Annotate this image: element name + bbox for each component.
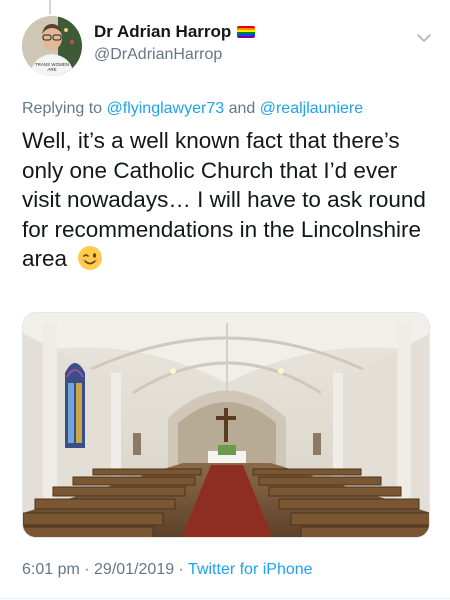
mention-link-flyinglawyer73[interactable]: @flyinglawyer73 bbox=[107, 100, 225, 117]
avatar-image: TRANS WOMEN ARE bbox=[22, 16, 82, 76]
tweet-time[interactable]: 6:01 pm bbox=[22, 561, 80, 578]
replying-to-prefix: Replying to bbox=[22, 100, 107, 117]
tweet-photo[interactable] bbox=[22, 312, 430, 538]
mention-link-realjlauniere[interactable]: @realjlauniere bbox=[260, 100, 363, 117]
thread-connector-line bbox=[49, 0, 51, 14]
tweet-text: Well, it’s a well known fact that there’… bbox=[22, 126, 434, 274]
winking-face-icon bbox=[78, 246, 103, 270]
metadata-separator: · bbox=[174, 561, 189, 578]
divider bbox=[0, 598, 450, 599]
author-names: Dr Adrian Harrop @DrAdrianHarrop bbox=[94, 22, 256, 64]
metadata-separator: · bbox=[79, 561, 95, 578]
tweet-header: TRANS WOMEN ARE Dr Adrian Harrop @DrAdri… bbox=[22, 16, 432, 82]
author-display-name[interactable]: Dr Adrian Harrop bbox=[94, 22, 231, 42]
svg-text:ARE: ARE bbox=[47, 67, 56, 72]
author-handle[interactable]: @DrAdrianHarrop bbox=[94, 46, 255, 64]
replying-to: Replying to @flyinglawyer73 and @realjla… bbox=[22, 100, 363, 118]
avatar[interactable]: TRANS WOMEN ARE bbox=[22, 16, 82, 76]
church-interior-photo bbox=[23, 313, 429, 537]
tweet-source-link[interactable]: Twitter for iPhone bbox=[188, 561, 313, 578]
author-display-name-row[interactable]: Dr Adrian Harrop bbox=[94, 22, 256, 42]
chevron-down-icon[interactable] bbox=[416, 30, 432, 46]
tweet-metadata: 6:01 pm · 29/01/2019 · Twitter for iPhon… bbox=[22, 561, 313, 579]
replying-to-joiner: and bbox=[224, 100, 260, 117]
rainbow-flag-icon bbox=[237, 26, 256, 38]
tweet-date[interactable]: 29/01/2019 bbox=[94, 561, 174, 578]
